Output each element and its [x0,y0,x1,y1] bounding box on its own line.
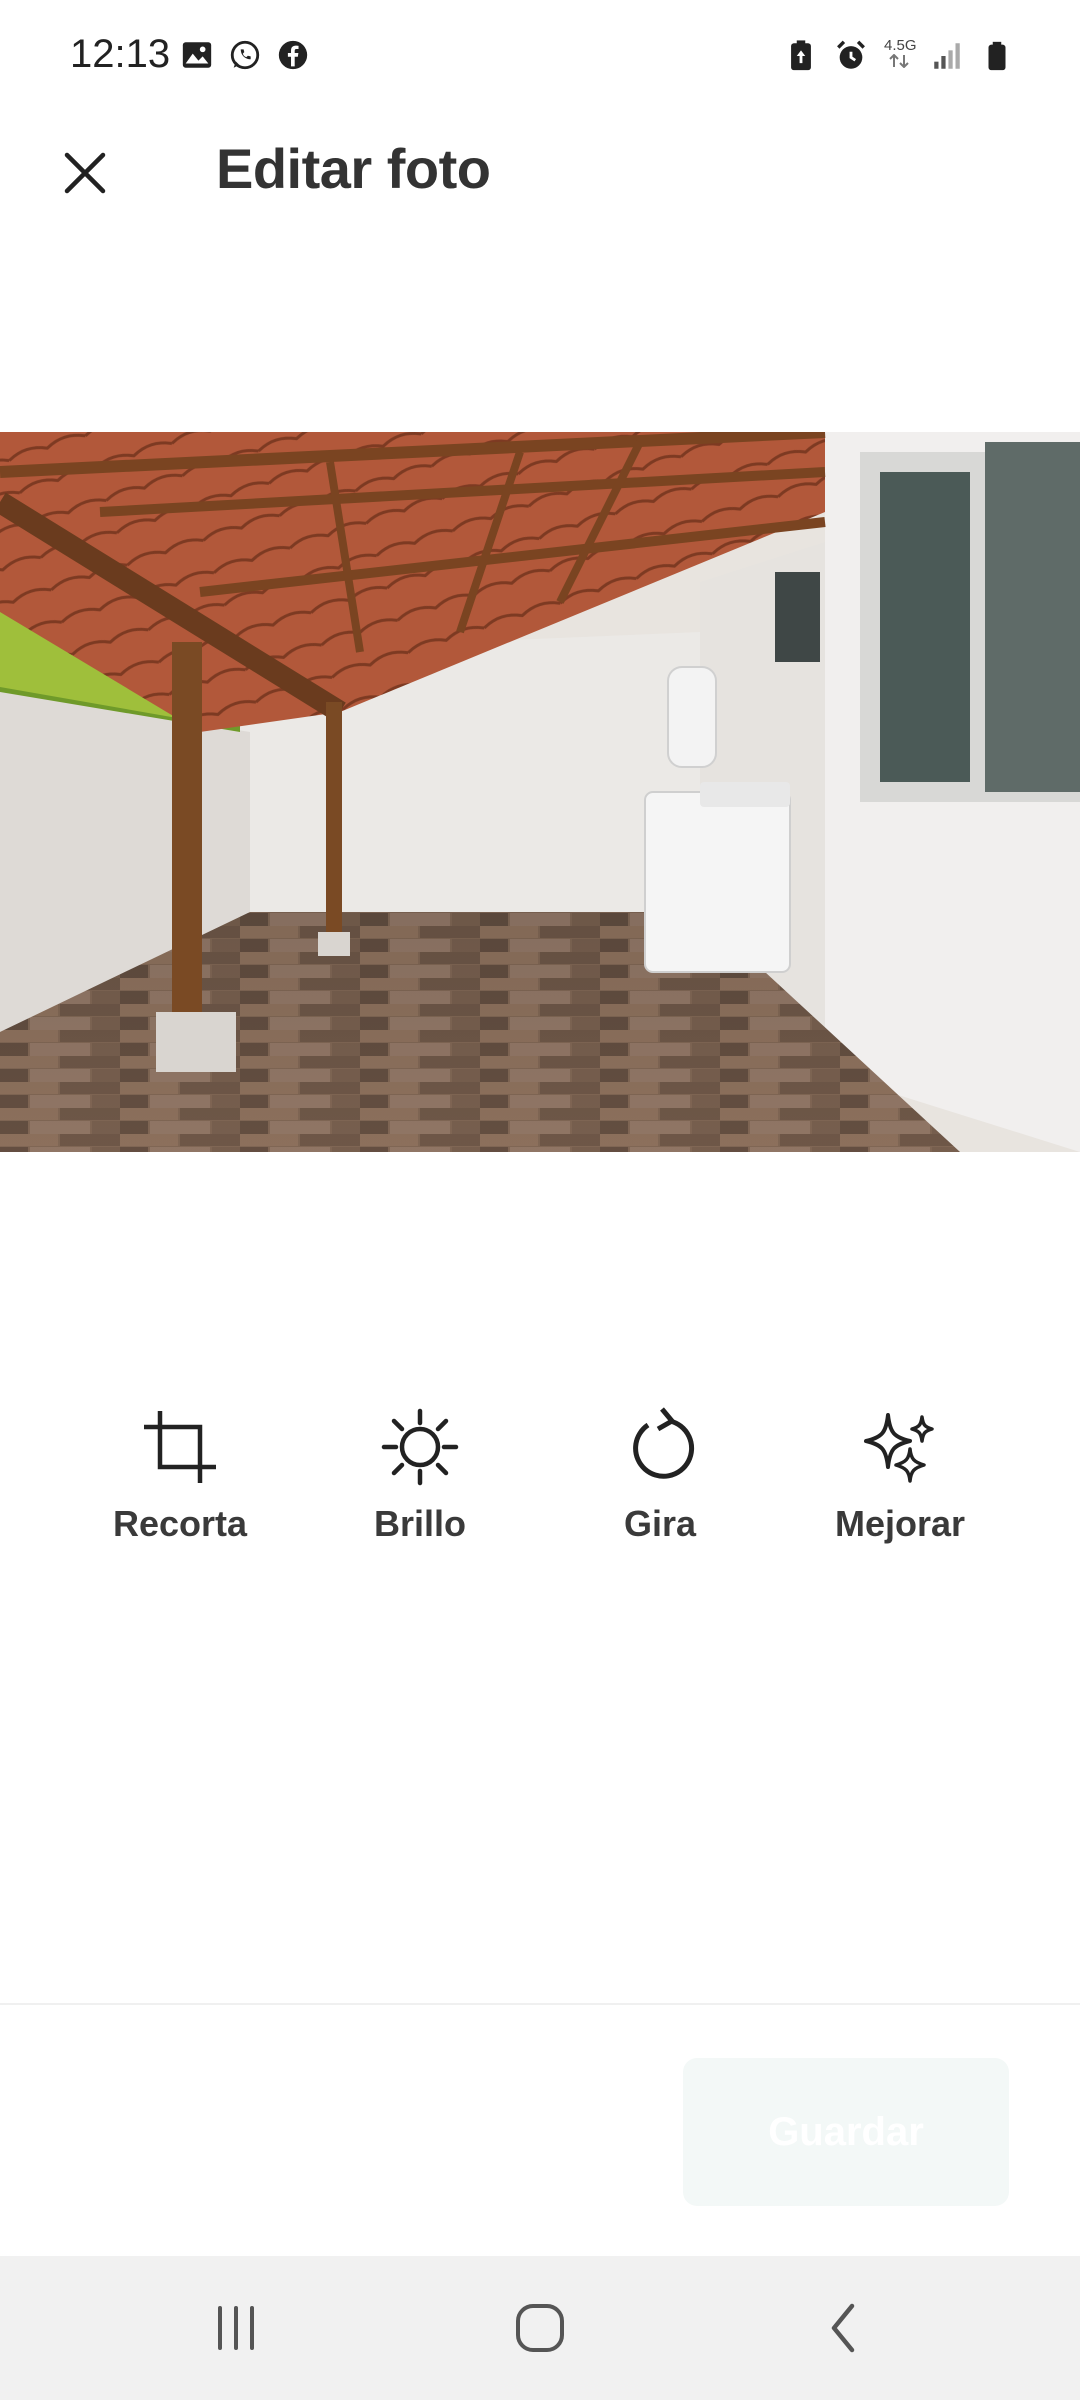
header: Editar foto [0,118,1080,218]
alarm-icon [837,40,865,69]
battery-saver-icon [791,39,811,70]
footer-divider [0,2003,1080,2005]
nav-back-button[interactable] [794,2288,894,2368]
tool-brightness[interactable]: Brillo [320,1405,520,1565]
status-right-icons: 4.5G [784,38,1014,73]
home-icon [516,2304,564,2352]
signal-icon [934,42,960,69]
battery-icon [988,41,1006,70]
recents-icon [218,2306,254,2350]
tool-rotate-label: Gira [623,1503,697,1544]
edit-tools: Recorta Brillo Gira Mejorar [0,1405,1080,1565]
patio-photo [0,432,1080,1152]
page-title: Editar foto [216,137,491,200]
back-icon [831,2303,855,2353]
tool-crop-label: Recorta [112,1503,248,1544]
status-time: 12:13 [70,32,171,76]
nav-home-button[interactable] [490,2288,590,2368]
gallery-icon [182,42,212,68]
network-label: 4.5G [884,37,917,54]
brightness-icon [381,1408,459,1486]
tool-enhance[interactable]: Mejorar [800,1405,1000,1565]
tool-rotate[interactable]: Gira [560,1405,760,1565]
status-bar: 12:13 4.5G [0,0,1080,118]
tool-crop[interactable]: Recorta [80,1405,280,1565]
nav-recents-button[interactable] [186,2288,286,2368]
tool-enhance-label: Mejorar [834,1503,966,1544]
photo-preview [0,432,1080,1152]
close-icon [64,152,106,194]
facebook-icon [278,40,308,70]
close-button[interactable] [50,138,120,208]
crop-icon [144,1411,216,1483]
rotate-icon [633,1407,695,1479]
network-4-5g-icon: 4.5G [884,37,917,73]
save-button[interactable]: Guardar [683,2058,1009,2206]
whatsapp-icon [230,40,260,70]
data-arrows-icon [889,53,909,69]
status-left-icons [180,38,310,72]
tool-brightness-label: Brillo [373,1503,466,1544]
save-label: Guardar [768,2109,924,2154]
sparkles-icon [864,1413,934,1483]
system-nav-bar [0,2256,1080,2400]
